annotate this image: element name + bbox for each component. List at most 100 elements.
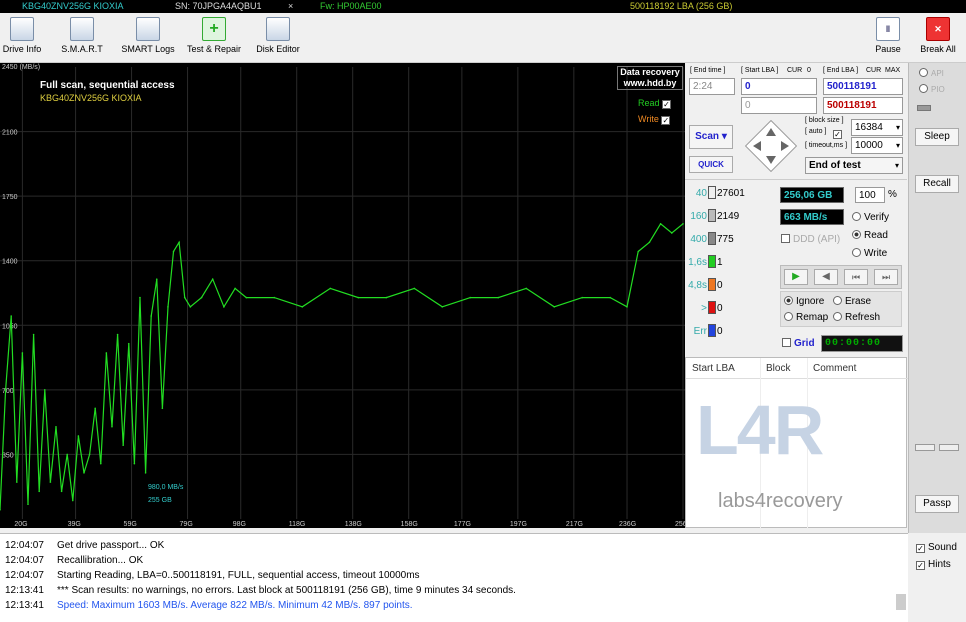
end-cur-button[interactable]: CUR	[866, 67, 881, 74]
start-lba-input[interactable]: 0	[741, 78, 817, 95]
read-radio[interactable]: Read	[852, 230, 888, 241]
test-repair-button[interactable]: + Test & Repair	[185, 17, 243, 54]
write-radio[interactable]: Write	[852, 248, 887, 259]
hints-checkbox[interactable]: ✓ Hints	[916, 559, 951, 570]
read-speed-point	[4, 389, 7, 391]
logs-icon	[136, 17, 160, 41]
read-speed-point	[385, 296, 388, 299]
l4r-logo: L4R	[696, 391, 824, 469]
scan-button[interactable]: Scan ▾	[689, 125, 733, 149]
playback-controls: ▶ ◀ ⏮ ⏭	[780, 265, 902, 289]
start-cur-button[interactable]: CUR	[787, 67, 802, 74]
break-all-button[interactable]: ✕ Break All	[918, 17, 958, 54]
direction-pad[interactable]	[744, 119, 798, 173]
cursor-position-marker: 255 GB	[148, 497, 172, 504]
read-speed-point	[223, 306, 225, 308]
read-speed-point	[71, 499, 74, 502]
log-row: 12:13:41 *** Scan results: no warnings, n…	[5, 585, 516, 596]
sleep-button[interactable]: Sleep	[915, 128, 959, 146]
read-speed-point	[77, 435, 80, 437]
read-speed-point	[111, 425, 113, 428]
percent-sign: %	[888, 189, 897, 200]
read-speed-point	[234, 287, 236, 290]
ddd-api-checkbox[interactable]: DDD (API)	[781, 234, 840, 245]
skip-back-icon[interactable]: ⏮	[844, 269, 868, 285]
col-comment: Comment	[813, 363, 857, 374]
read-speed-point	[83, 472, 85, 474]
verify-radio[interactable]: Verify	[852, 212, 889, 223]
block-legend-1: 160 2149	[690, 209, 740, 222]
read-speed-point	[178, 241, 180, 244]
end-of-test-select[interactable]: End of test ▾	[805, 157, 903, 174]
start-lba-current: 0	[741, 97, 817, 114]
firmware: Fw: HP00AE00	[320, 1, 382, 11]
end-lba-current: 500118191	[823, 97, 903, 114]
plus-icon: +	[202, 17, 226, 41]
col-start-lba: Start LBA	[692, 363, 735, 374]
error-action-group: Ignore Erase Remap Refresh	[780, 291, 902, 327]
write-legend[interactable]: Write ✓	[638, 114, 673, 125]
end-lba-input[interactable]: 500118191	[823, 78, 903, 95]
toolbar: Drive Info S.M.A.R.T SMART Logs + Test & …	[0, 13, 966, 63]
read-speed-point	[32, 333, 35, 336]
x-tick-label: 98G	[233, 521, 246, 528]
chart-title: Full scan, sequential access	[40, 80, 175, 91]
read-speed-point	[581, 296, 584, 299]
sound-checkbox[interactable]: ✓ Sound	[916, 542, 957, 553]
refresh-radio[interactable]: Refresh	[833, 312, 880, 323]
speed-chart: 2100 1750 1400 1050 700 350 20G 39G 59G 79G 98G 118…	[0, 63, 685, 528]
read-speed-point	[648, 241, 651, 244]
erase-radio[interactable]: Erase	[833, 296, 871, 307]
smart-logs-button[interactable]: SMART Logs	[120, 17, 176, 54]
small-button-2[interactable]	[939, 444, 959, 451]
y-tick-label: 350	[2, 452, 14, 459]
read-legend[interactable]: Read ✓	[638, 98, 674, 109]
divider	[685, 179, 907, 180]
read-speed-point	[626, 306, 628, 308]
play-icon[interactable]: ▶	[784, 269, 808, 285]
start-zero-button[interactable]: 0	[807, 67, 811, 74]
disk-editor-button[interactable]: Disk Editor	[254, 17, 302, 54]
close-drive-icon[interactable]: ×	[288, 0, 293, 13]
api-radio[interactable]: API	[919, 68, 944, 78]
read-speed-point	[161, 407, 164, 410]
quick-button[interactable]: QUICK	[689, 156, 733, 173]
pio-radio[interactable]: PIO	[919, 84, 945, 94]
brand-text: labs4recovery	[718, 490, 843, 512]
read-speed-point	[133, 462, 136, 465]
passport-button[interactable]: Passp	[915, 495, 959, 513]
current-speed: 663 MB/s	[780, 209, 844, 225]
auto-checkbox[interactable]: ✓	[833, 127, 845, 139]
read-speed-point	[441, 306, 444, 308]
timeout-label: [ timeout,ms ]	[805, 142, 848, 149]
read-speed-point	[413, 287, 416, 290]
y-max-label: 2450 (MB/s)	[2, 64, 41, 71]
end-time-input[interactable]: 2:24	[689, 78, 735, 95]
small-button-1[interactable]	[915, 444, 935, 451]
read-speed-point	[273, 296, 276, 299]
read-speed-point	[167, 306, 169, 308]
read-speed-point	[659, 223, 662, 225]
read-speed-point	[671, 232, 673, 234]
ignore-radio[interactable]: Ignore	[784, 296, 824, 307]
read-speed-point	[155, 278, 158, 280]
grid-checkbox[interactable]: Grid	[782, 338, 815, 349]
read-speed-point	[55, 425, 57, 428]
smart-button[interactable]: S.M.A.R.T	[58, 17, 106, 54]
log-scrollbar[interactable]	[896, 594, 906, 610]
recall-button[interactable]: Recall	[915, 175, 959, 193]
end-max-button[interactable]: MAX	[885, 67, 900, 74]
pause-button[interactable]: ‖ Pause	[873, 17, 903, 54]
remap-radio[interactable]: Remap	[784, 312, 828, 323]
y-tick-label: 1750	[2, 194, 18, 201]
read-speed-point	[609, 296, 612, 299]
speed-graph-svg: 210017501400105070035020G 39G 59G 79G 98G 118…	[0, 67, 685, 528]
read-speed-point	[183, 296, 186, 299]
rewind-icon[interactable]: ◀	[814, 269, 838, 285]
info-icon	[10, 17, 34, 41]
drive-info-button[interactable]: Drive Info	[0, 17, 44, 54]
skip-end-icon[interactable]: ⏭	[874, 269, 898, 285]
smart-icon	[70, 17, 94, 41]
block-size-select[interactable]: 16384 ▾	[851, 119, 903, 136]
timeout-select[interactable]: 10000 ▾	[851, 137, 903, 154]
